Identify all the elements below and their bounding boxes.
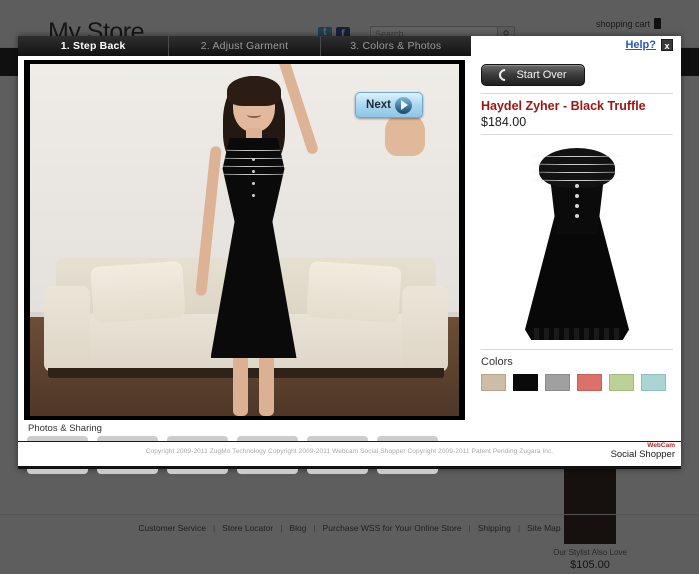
model-figure <box>167 64 357 416</box>
tab-adjust-garment[interactable]: 2. Adjust Garment <box>169 36 321 56</box>
footer-rule <box>18 466 681 469</box>
sofa-arm <box>402 286 448 372</box>
model-hair-front <box>226 76 281 106</box>
sofa-arm <box>44 286 90 372</box>
model-leg <box>232 354 248 416</box>
tab-colors-photos[interactable]: 3. Colors & Photos <box>321 36 471 56</box>
model-hand <box>385 114 425 156</box>
close-icon[interactable]: x <box>661 39 673 51</box>
copyright-text: Copyright 2009-2011 ZugMo Technology Cop… <box>145 448 554 455</box>
product-panel: Start Over Haydel Zyher - Black Truffle … <box>471 56 681 441</box>
tab-step-back[interactable]: 1. Step Back <box>18 36 170 56</box>
panel-divider <box>481 93 673 94</box>
photos-and-sharing-title: Photos & Sharing <box>28 423 102 434</box>
step-tab-bar: 1. Step Back 2. Adjust Garment 3. Colors… <box>18 36 471 56</box>
tab-colors-photos-label: 3. Colors & Photos <box>350 40 442 52</box>
color-swatch-coral[interactable] <box>577 374 602 391</box>
next-button[interactable]: Next <box>355 92 423 118</box>
webcam-stage: Next <box>24 60 465 420</box>
start-over-label: Start Over <box>516 69 567 81</box>
screen: My Store Search ⚲ shopping cart Our Styl… <box>0 0 699 574</box>
start-over-button[interactable]: Start Over <box>481 64 585 86</box>
wss-logo: WebCam Social Shopper <box>610 442 675 460</box>
product-title: Haydel Zyher - Black Truffle <box>481 99 646 113</box>
webcam-social-shopper-modal: 1. Step Back 2. Adjust Garment 3. Colors… <box>18 36 681 474</box>
model-arm <box>194 145 222 297</box>
product-price: $184.00 <box>481 115 527 129</box>
color-swatch-gray[interactable] <box>545 374 570 391</box>
virtual-garment-overlay[interactable] <box>210 138 297 358</box>
color-swatch-light-green[interactable] <box>609 374 634 391</box>
wss-logo-social-shopper: Social Shopper <box>610 448 675 460</box>
tab-step-back-label: 1. Step Back <box>60 40 126 52</box>
tab-adjust-garment-label: 2. Adjust Garment <box>200 40 289 52</box>
help-link[interactable]: Help? <box>625 39 656 51</box>
color-swatch-black[interactable] <box>513 374 538 391</box>
refresh-icon <box>496 66 514 84</box>
color-swatches <box>481 374 673 391</box>
product-image-dress[interactable] <box>525 144 629 340</box>
model-smile <box>246 112 261 118</box>
model-leg <box>258 354 274 416</box>
color-swatch-light-blue[interactable] <box>641 374 666 391</box>
modal-footer: Copyright 2009-2011 ZugMo Technology Cop… <box>18 441 681 469</box>
help-and-close: Help? x <box>625 39 673 51</box>
next-button-label: Next <box>366 99 391 111</box>
color-swatch-beige[interactable] <box>481 374 506 391</box>
play-arrow-icon <box>394 96 412 114</box>
colors-label: Colors <box>481 349 673 368</box>
product-image-container <box>481 134 673 349</box>
